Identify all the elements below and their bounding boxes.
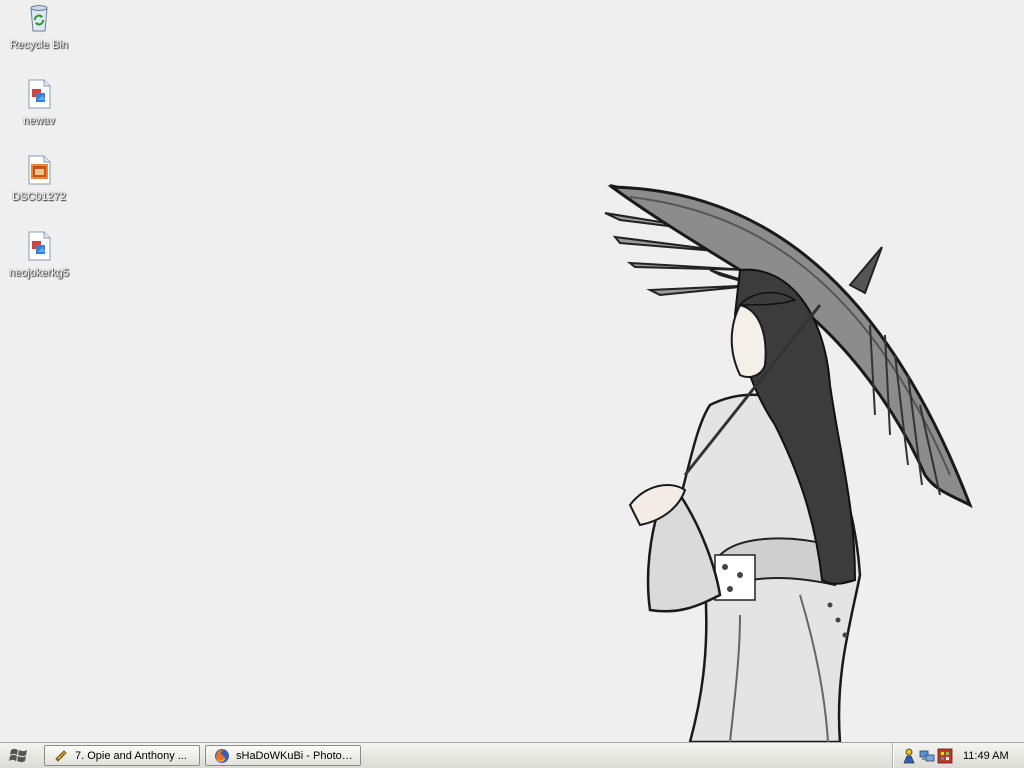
desktop-icon-dsc01272[interactable]: DSC01272: [1, 154, 77, 204]
start-button[interactable]: [0, 743, 38, 768]
taskbar-button-media[interactable]: 7. Opie and Anthony ...: [44, 745, 200, 766]
desktop: Recycle Bin newav DSC01272 neojokerkg5: [0, 0, 1024, 742]
desktop-icon-label: DSC01272: [12, 191, 66, 203]
clock[interactable]: 11:49 AM: [963, 750, 1009, 762]
desktop-icon-label: neojokerkg5: [9, 267, 69, 279]
system-tray: 11:49 AM: [892, 743, 1024, 768]
recycle-bin-icon: [30, 5, 48, 32]
messenger-icon[interactable]: [901, 748, 917, 764]
desktop-icon-label: newav: [23, 115, 55, 127]
app-tray-icon[interactable]: [937, 748, 953, 764]
image-file-icon: [28, 231, 51, 261]
taskbar-button-firefox[interactable]: sHaDoWKuBi - Photob...: [205, 745, 361, 766]
desktop-icon-label: Recycle Bin: [9, 39, 69, 51]
image-file-icon: [28, 79, 51, 109]
desktop-icon-newav[interactable]: newav: [1, 78, 77, 128]
taskbar-button-label: 7. Opie and Anthony ...: [75, 749, 187, 762]
desktop-icon-neojokerkg5[interactable]: neojokerkg5: [1, 230, 77, 280]
desktop-icon-recycle-bin[interactable]: Recycle Bin: [1, 2, 77, 52]
taskbar-button-label: sHaDoWKuBi - Photob...: [236, 749, 354, 762]
photo-file-icon: [28, 155, 51, 185]
taskbar: 7. Opie and Anthony ... sHaDoWKuBi - Pho…: [0, 742, 1024, 768]
media-player-icon: [55, 749, 67, 762]
firefox-icon: [215, 748, 229, 763]
windows-logo-icon: [9, 748, 27, 762]
network-icon[interactable]: [919, 748, 935, 764]
wallpaper-illustration: [604, 184, 973, 742]
